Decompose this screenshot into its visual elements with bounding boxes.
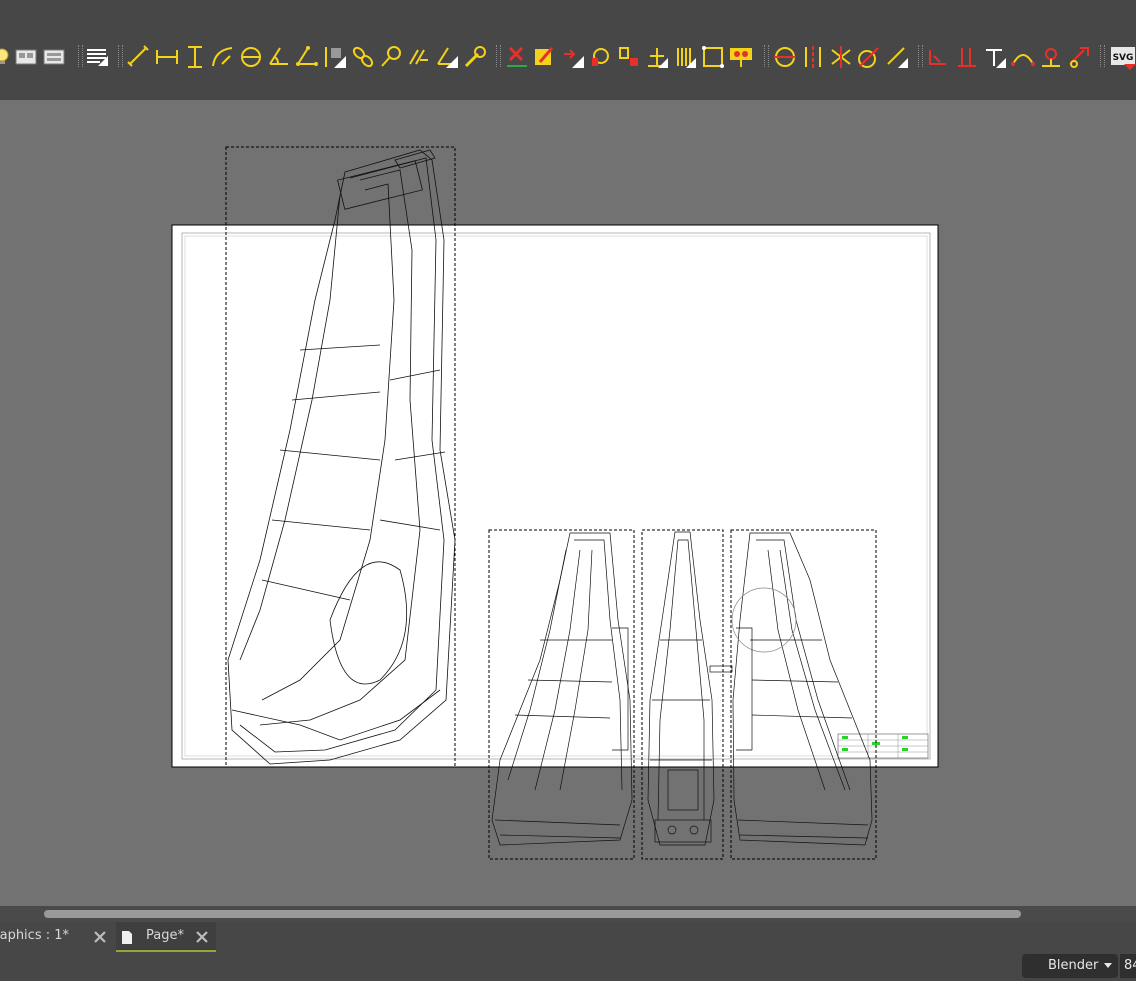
close-icon[interactable] <box>194 928 210 944</box>
tab-page[interactable]: Page* <box>116 922 216 953</box>
status-bar: Blender 84 <box>0 952 1136 981</box>
geometric-hatch-icon[interactable] <box>532 44 558 70</box>
tab-graphics[interactable]: graphics : 1* <box>0 922 114 950</box>
hatch-icon[interactable] <box>504 44 530 70</box>
radius-dimension-icon[interactable] <box>210 44 236 70</box>
toolbar: SVG <box>0 0 1136 100</box>
tab-page-label: Page* <box>146 928 184 943</box>
clip-icon[interactable] <box>700 44 726 70</box>
leader-icon[interactable] <box>406 44 432 70</box>
midpoint-icon[interactable] <box>856 44 882 70</box>
svg-text:SVG: SVG <box>1113 53 1134 63</box>
length-dimension-icon[interactable] <box>126 44 152 70</box>
insert-view-set-icon[interactable] <box>42 44 68 70</box>
centerline-icon[interactable] <box>800 44 826 70</box>
spreadsheet-icon[interactable] <box>644 44 670 70</box>
drawing-sheet <box>171 224 939 768</box>
vertical-dimension-icon[interactable] <box>182 44 208 70</box>
diameter-dimension-icon[interactable] <box>238 44 264 70</box>
page-icon <box>122 927 132 944</box>
navigation-style-label: Blender <box>1048 958 1099 973</box>
area-icon[interactable] <box>434 44 460 70</box>
detail-icon[interactable] <box>954 44 980 70</box>
vertex-mark-icon[interactable] <box>1038 44 1064 70</box>
close-icon[interactable] <box>92 928 108 944</box>
cosmetic-line-icon[interactable] <box>926 44 952 70</box>
insert-view-icon[interactable] <box>14 44 40 70</box>
drawing-page <box>171 146 939 860</box>
landmark-icon[interactable] <box>378 44 404 70</box>
wrench-icon[interactable] <box>462 44 488 70</box>
toolbar-separator <box>764 45 769 67</box>
horizontal-scrollbar[interactable] <box>0 906 1136 922</box>
image-icon[interactable] <box>672 44 698 70</box>
quadrant-icon[interactable] <box>884 44 910 70</box>
export-icon[interactable] <box>1066 44 1092 70</box>
hole-symbol-icon[interactable] <box>616 44 642 70</box>
section-icon[interactable] <box>728 44 754 70</box>
circle-centerline-icon[interactable] <box>772 44 798 70</box>
navigation-style-dropdown[interactable]: Blender <box>1022 954 1118 978</box>
three-point-angle-icon[interactable] <box>294 44 320 70</box>
weld-symbol-icon[interactable] <box>588 44 614 70</box>
title-block <box>837 733 929 759</box>
toolbar-separator <box>118 45 123 67</box>
text-annotation-icon[interactable] <box>84 44 110 70</box>
toolbar-separator <box>496 45 501 67</box>
drawing-canvas[interactable] <box>0 100 1136 906</box>
horizontal-scrollbar-thumb[interactable] <box>44 910 1021 918</box>
arc-icon[interactable] <box>1010 44 1036 70</box>
link-dimension-icon[interactable] <box>350 44 376 70</box>
cosmetic-vertex-icon[interactable] <box>828 44 854 70</box>
export-svg-icon[interactable]: SVG <box>1110 44 1136 70</box>
surface-finish-icon[interactable] <box>982 44 1008 70</box>
zoom-readout: 84 <box>1120 954 1136 978</box>
chevron-down-icon <box>1104 963 1112 968</box>
balloon-icon[interactable] <box>322 44 348 70</box>
toolbar-separator <box>1100 45 1105 67</box>
document-tab-bar: graphics : 1* Page* <box>0 922 1136 953</box>
tab-graphics-label: graphics : 1* <box>0 928 70 943</box>
richtext-icon[interactable] <box>560 44 586 70</box>
horizontal-dimension-icon[interactable] <box>154 44 180 70</box>
toolbar-separator <box>918 45 923 67</box>
toolbar-separator <box>78 45 83 67</box>
angle-dimension-icon[interactable] <box>266 44 292 70</box>
